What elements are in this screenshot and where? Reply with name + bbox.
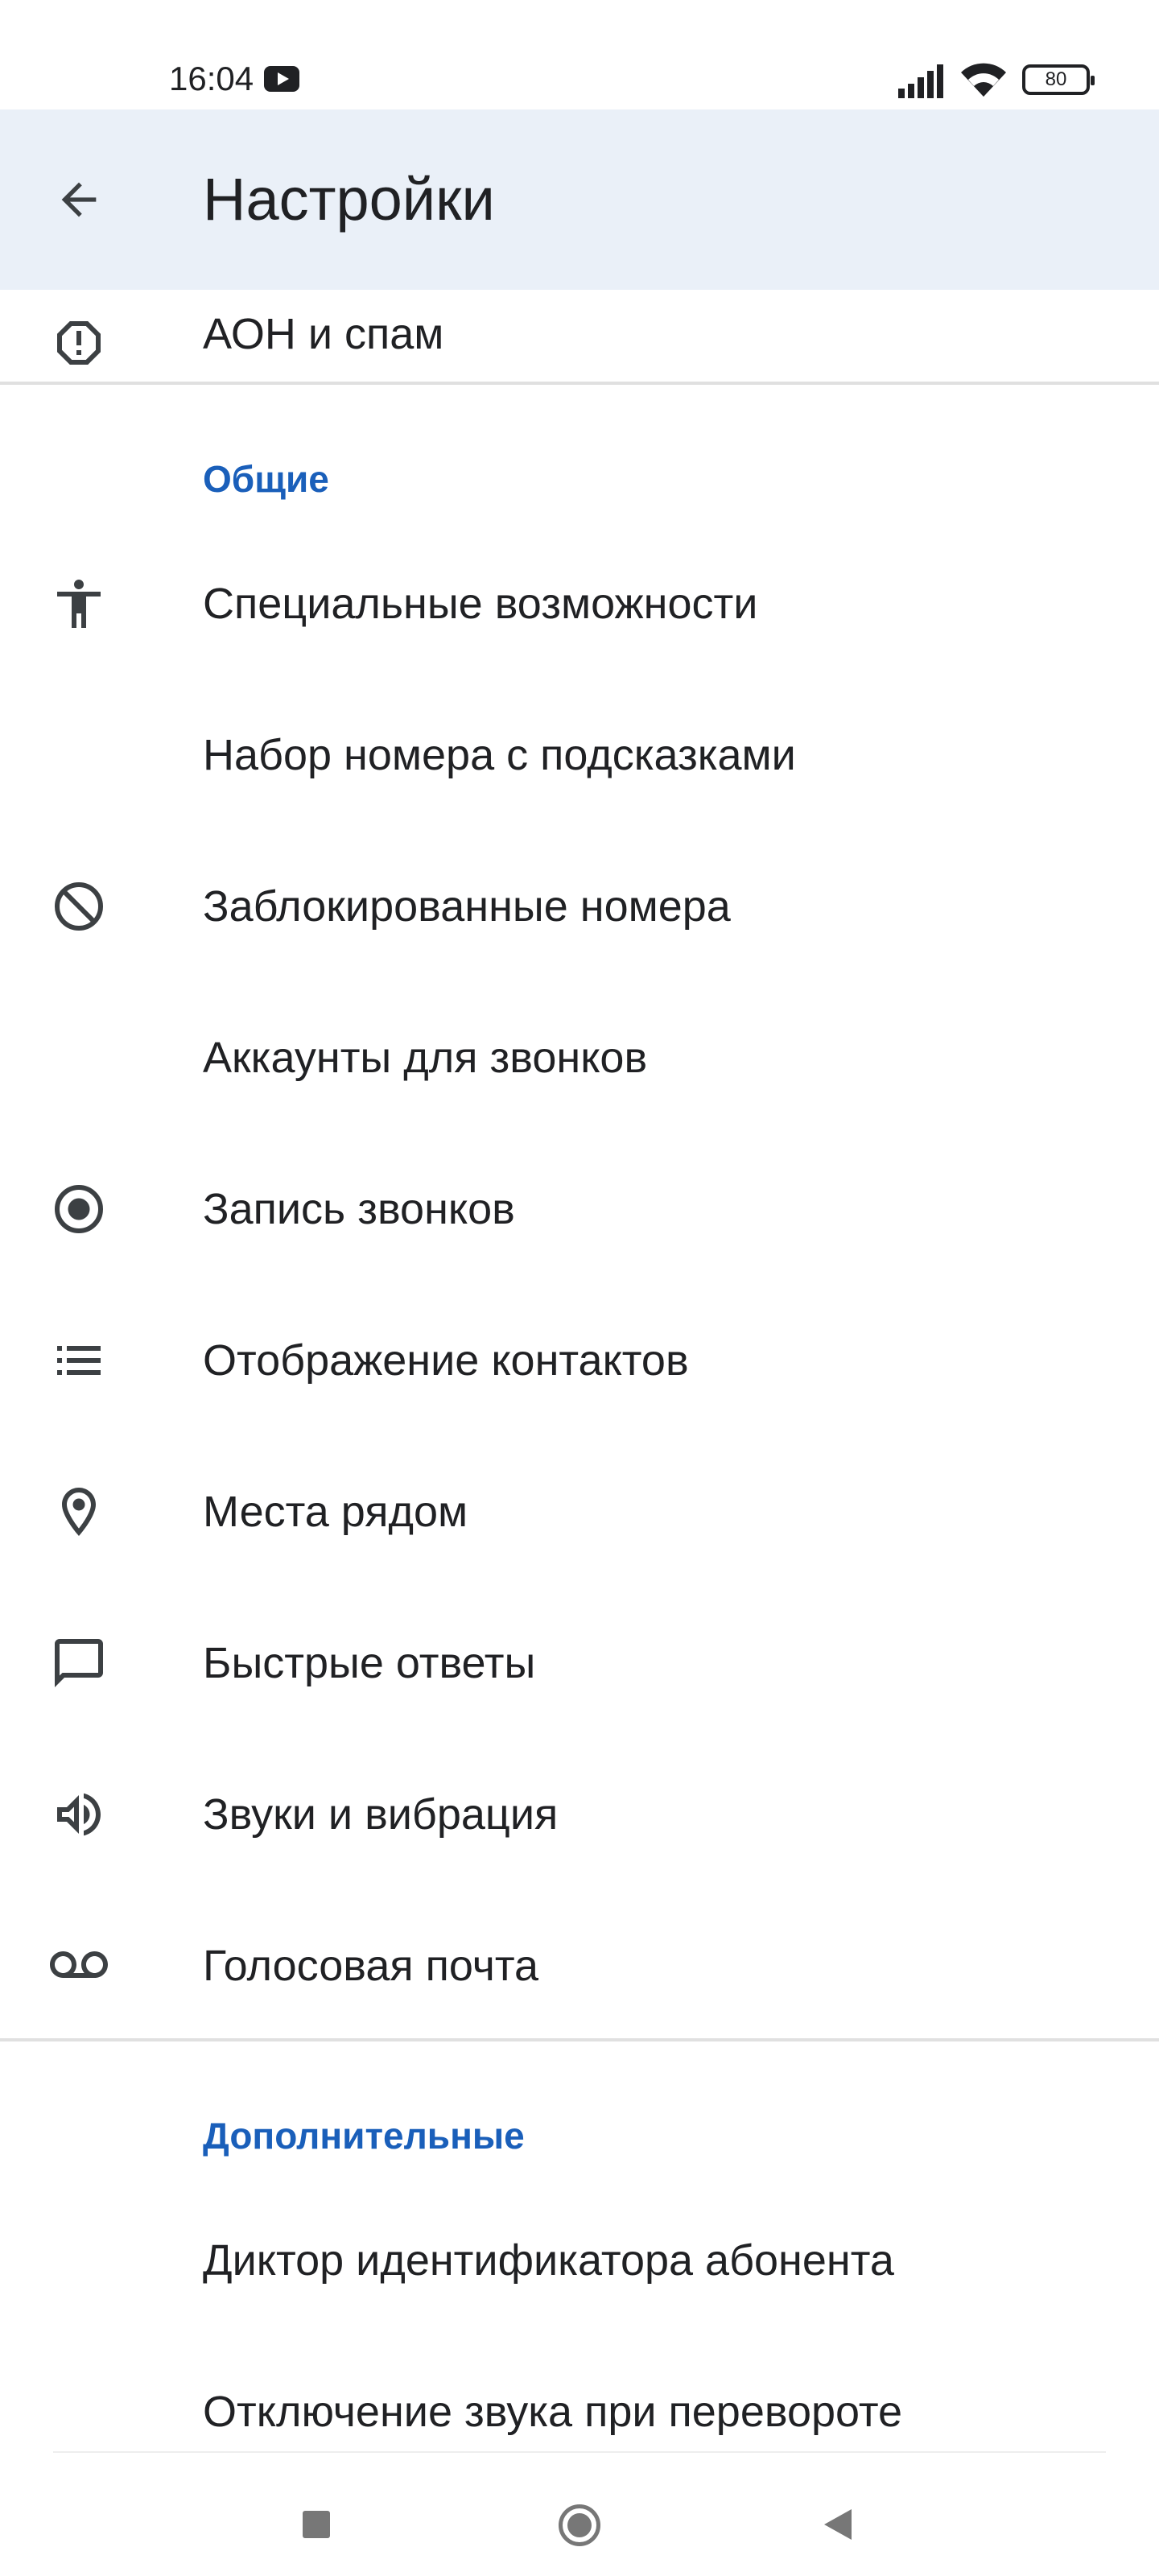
setting-item-contact-display[interactable]: Отображение контактов	[0, 1285, 1159, 1436]
wifi-icon	[961, 63, 1006, 97]
home-button[interactable]	[559, 2504, 600, 2546]
page-title: Настройки	[203, 166, 495, 233]
section-header-advanced: Дополнительные	[203, 2115, 525, 2157]
arrow-back-icon[interactable]	[45, 166, 113, 233]
youtube-icon	[264, 66, 299, 92]
setting-item-label: Набор номера с подсказками	[203, 731, 796, 779]
battery-icon: 80	[1022, 64, 1095, 95]
volume-icon	[45, 1781, 113, 1848]
status-time: 16:04	[169, 60, 254, 97]
section-header-general: Общие	[203, 458, 329, 500]
setting-item-flip-to-silence[interactable]: Отключение звука при перевороте	[0, 2336, 1159, 2457]
setting-item-label: Запись звонков	[203, 1185, 515, 1233]
message-icon	[45, 1629, 113, 1697]
back-button[interactable]	[824, 2509, 852, 2540]
list-icon	[45, 1327, 113, 1394]
navigation-bar	[0, 2451, 1159, 2576]
divider	[53, 2451, 1106, 2453]
setting-item-label: Быстрые ответы	[203, 1639, 536, 1687]
setting-item-label: Аккаунты для звонков	[203, 1034, 648, 1082]
setting-item-label: Диктор идентификатора абонента	[203, 2236, 894, 2285]
block-icon	[45, 873, 113, 940]
voicemail-icon	[45, 1932, 113, 2000]
record-icon	[45, 1175, 113, 1243]
app-bar	[0, 109, 1159, 290]
recents-button[interactable]	[303, 2511, 330, 2538]
setting-item-call-recording[interactable]: Запись звонков	[0, 1133, 1159, 1285]
setting-item-label: Места рядом	[203, 1488, 468, 1536]
setting-item-label: Отключение звука при перевороте	[203, 2388, 903, 2436]
divider	[0, 382, 1159, 385]
setting-item-caller-id-announcement[interactable]: Диктор идентификатора абонента	[0, 2185, 1159, 2336]
setting-item-label: Отображение контактов	[203, 1336, 689, 1385]
setting-item-label: Звуки и вибрация	[203, 1790, 559, 1839]
setting-item-caller-id-spam[interactable]: АОН и спам	[0, 290, 1159, 377]
setting-item-nearby-places[interactable]: Места рядом	[0, 1436, 1159, 1587]
signal-icon	[898, 64, 943, 98]
setting-item-accessibility[interactable]: Специальные возможности	[0, 528, 1159, 679]
setting-item-voicemail[interactable]: Голосовая почта	[0, 1890, 1159, 2041]
accessibility-icon	[45, 570, 113, 638]
setting-item-sounds-vibration[interactable]: Звуки и вибрация	[0, 1739, 1159, 1890]
setting-item-label: Заблокированные номера	[203, 882, 731, 931]
setting-item-quick-responses[interactable]: Быстрые ответы	[0, 1587, 1159, 1739]
setting-item-label: Голосовая почта	[203, 1942, 538, 1990]
status-bar: 16:04 80	[0, 0, 1159, 109]
setting-item-calling-accounts[interactable]: Аккаунты для звонков	[0, 982, 1159, 1133]
setting-item-label: АОН и спам	[203, 310, 444, 358]
alert-octagon-icon	[45, 309, 113, 377]
divider	[0, 2038, 1159, 2041]
location-pin-icon	[45, 1478, 113, 1546]
setting-item-blocked-numbers[interactable]: Заблокированные номера	[0, 831, 1159, 982]
setting-item-label: Специальные возможности	[203, 580, 758, 628]
battery-level: 80	[1045, 68, 1067, 90]
setting-item-assisted-dialing[interactable]: Набор номера с подсказками	[0, 679, 1159, 831]
